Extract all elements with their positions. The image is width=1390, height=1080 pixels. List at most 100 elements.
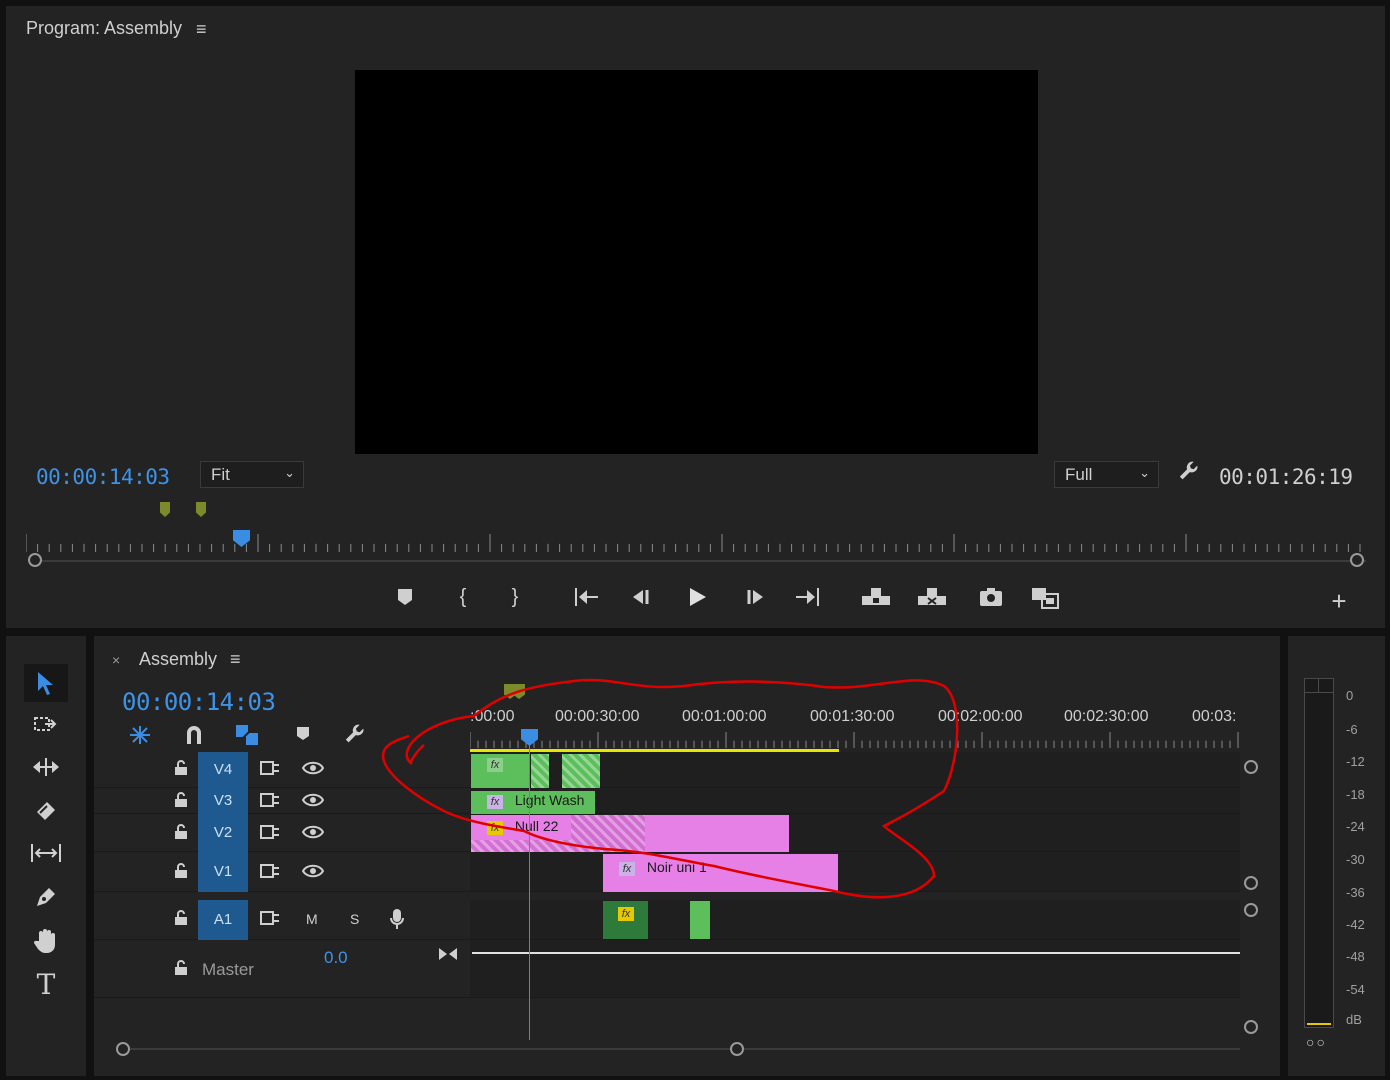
- lock-icon[interactable]: [174, 792, 188, 813]
- eye-icon[interactable]: [301, 792, 325, 813]
- marker[interactable]: [160, 502, 170, 517]
- video-scroll-handle-bottom[interactable]: [1244, 876, 1258, 890]
- program-monitor: Program: Assembly ≡ 00:00:14:03 Fit ⌄ Fu…: [6, 6, 1385, 628]
- db-label: -42: [1346, 917, 1365, 932]
- pen-tool-icon[interactable]: [24, 878, 68, 916]
- eye-icon[interactable]: [301, 863, 325, 884]
- lock-icon[interactable]: [174, 760, 188, 781]
- track-target-v1[interactable]: V1: [198, 852, 248, 892]
- nest-icon[interactable]: [128, 724, 152, 752]
- mark-in-icon[interactable]: {: [448, 586, 478, 609]
- duration-timecode: 00:01:26:19: [1219, 465, 1353, 489]
- video-frame: [355, 70, 1038, 454]
- program-title[interactable]: Program: Assembly: [26, 18, 182, 39]
- lock-icon[interactable]: [174, 863, 188, 884]
- ruler-label: 00:02:30:00: [1064, 708, 1149, 725]
- ruler-label: 00:03:: [1192, 708, 1237, 725]
- sync-lock-icon[interactable]: [260, 760, 280, 781]
- selection-tool-icon[interactable]: [24, 664, 68, 702]
- track-target-v3[interactable]: V3: [198, 788, 248, 814]
- scrollbar-handle-right[interactable]: [1350, 553, 1364, 567]
- lock-icon[interactable]: [174, 910, 188, 931]
- resolution-dropdown[interactable]: Full ⌄: [1054, 461, 1159, 488]
- db-label: -48: [1346, 949, 1365, 964]
- go-to-out-icon[interactable]: [792, 586, 822, 614]
- master-volume-value[interactable]: 0.0: [324, 948, 348, 968]
- zoom-value: Fit: [211, 465, 230, 484]
- track-header-master: Master: [94, 940, 470, 998]
- eye-icon[interactable]: [301, 760, 325, 781]
- db-label: -6: [1346, 722, 1358, 737]
- scrollbar-handle-left[interactable]: [28, 553, 42, 567]
- track-select-forward-icon[interactable]: [24, 706, 68, 744]
- sync-lock-icon[interactable]: [260, 792, 280, 813]
- type-tool-icon[interactable]: T: [24, 966, 68, 1004]
- chevron-down-icon: ⌄: [284, 465, 295, 480]
- red-annotation: [381, 678, 959, 899]
- razor-icon[interactable]: [24, 792, 68, 830]
- audio-scroll-handle-bottom[interactable]: [1244, 1020, 1258, 1034]
- time-ruler[interactable]: [26, 534, 1366, 552]
- audio-meter: [1304, 678, 1334, 1028]
- track-target-v4[interactable]: V4: [198, 752, 248, 788]
- eye-icon[interactable]: [301, 824, 325, 845]
- compare-view-icon[interactable]: [1028, 586, 1064, 616]
- chevron-down-icon: ⌄: [1139, 465, 1150, 480]
- step-back-icon[interactable]: [626, 586, 656, 614]
- audio-scroll-handle-top[interactable]: [1244, 903, 1258, 917]
- slip-tool-icon[interactable]: [24, 834, 68, 872]
- resolution-value: Full: [1065, 465, 1093, 484]
- scrollbar-handle-left[interactable]: [116, 1042, 130, 1056]
- add-marker-icon[interactable]: [390, 588, 420, 612]
- tools-panel: T: [6, 636, 86, 1076]
- go-to-next-keyframe-icon[interactable]: [438, 946, 458, 967]
- program-menu-icon[interactable]: ≡: [196, 19, 207, 40]
- db-label: -54: [1346, 982, 1365, 997]
- timeline-timecode[interactable]: 00:00:14:03: [122, 688, 276, 716]
- track-target-v2[interactable]: V2: [198, 814, 248, 852]
- timeline-zoom-scrollbar[interactable]: [120, 1048, 1240, 1050]
- scrollbar-handle-right[interactable]: [730, 1042, 744, 1056]
- sync-lock-icon[interactable]: [260, 910, 280, 931]
- track-target-a1[interactable]: A1: [198, 900, 248, 940]
- sync-lock-icon[interactable]: [260, 863, 280, 884]
- current-timecode[interactable]: 00:00:14:03: [36, 465, 170, 489]
- add-marker-icon[interactable]: [296, 724, 310, 748]
- db-label: dB: [1346, 1012, 1362, 1027]
- zoom-scrollbar[interactable]: [30, 560, 1366, 562]
- track-master[interactable]: [470, 940, 1240, 998]
- db-label: -24: [1346, 819, 1365, 834]
- lock-icon[interactable]: [174, 960, 188, 981]
- db-label: 0: [1346, 688, 1354, 703]
- timeline-menu-icon[interactable]: ≡: [230, 649, 241, 670]
- video-scroll-handle-top[interactable]: [1244, 760, 1258, 774]
- lift-icon[interactable]: [858, 586, 894, 614]
- audio-meter-panel: 0 -6 -12 -18 -24 -30 -36 -42 -48 -54 dB …: [1288, 636, 1385, 1076]
- camera-icon[interactable]: [976, 586, 1006, 614]
- extract-icon[interactable]: [914, 586, 950, 614]
- marker[interactable]: [196, 502, 206, 517]
- sequence-tab[interactable]: Assembly: [139, 649, 217, 670]
- timeline-panel: × Assembly ≡ 00:00:14:03 :00:00 00:00:30…: [94, 636, 1280, 1076]
- master-label: Master: [202, 960, 254, 979]
- step-forward-icon[interactable]: [740, 586, 770, 614]
- lock-icon[interactable]: [174, 824, 188, 845]
- play-icon[interactable]: [682, 586, 712, 614]
- hand-tool-icon[interactable]: [24, 922, 68, 960]
- close-icon[interactable]: ×: [112, 652, 120, 668]
- solo-buttons[interactable]: ○○: [1306, 1034, 1327, 1050]
- button-editor-icon[interactable]: +: [1324, 586, 1354, 617]
- db-label: -30: [1346, 852, 1365, 867]
- linked-selection-icon[interactable]: [235, 724, 259, 752]
- ripple-edit-icon[interactable]: [24, 748, 68, 786]
- snap-icon[interactable]: [184, 724, 204, 752]
- db-label: -36: [1346, 885, 1365, 900]
- zoom-dropdown[interactable]: Fit ⌄: [200, 461, 304, 488]
- mute-button[interactable]: M: [306, 911, 318, 927]
- sync-lock-icon[interactable]: [260, 824, 280, 845]
- wrench-icon[interactable]: [1178, 461, 1200, 489]
- mark-out-icon[interactable]: }: [500, 586, 530, 609]
- go-to-in-icon[interactable]: [572, 586, 602, 614]
- master-volume-line[interactable]: [472, 952, 1240, 954]
- db-label: -18: [1346, 787, 1365, 802]
